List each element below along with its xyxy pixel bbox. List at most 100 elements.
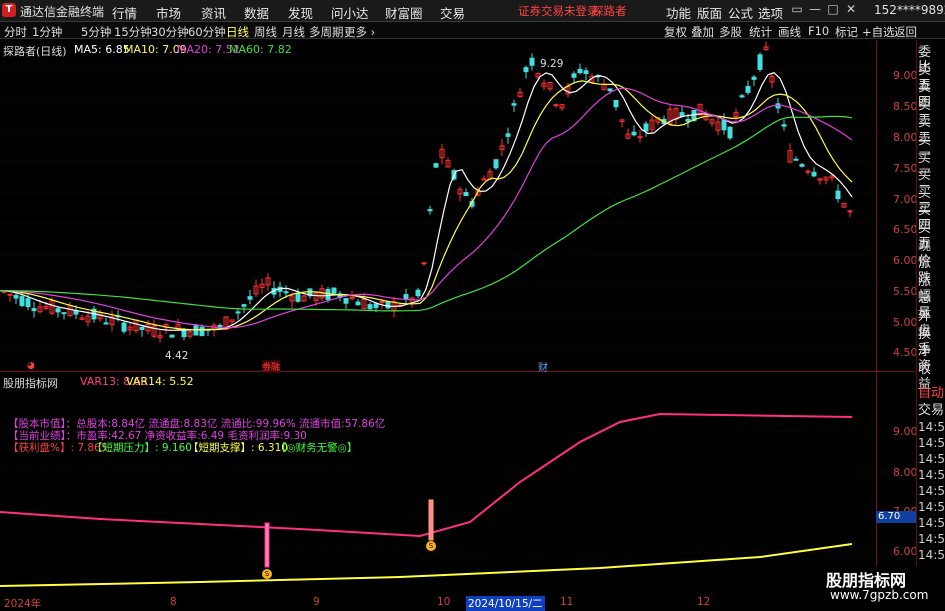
f10-button[interactable]: F10 [808,24,829,38]
candle-body [811,171,817,177]
menu-function[interactable]: 功能 [666,3,691,22]
x-tick: 11 [560,596,574,608]
y-tick: 4.50 [893,346,918,359]
menu-options[interactable]: 选项 [758,3,783,22]
menu-wealth[interactable]: 财富圈 [385,3,423,22]
draw-button[interactable]: 画线 [778,24,801,40]
candle-body [235,311,241,314]
candle-body [367,304,373,310]
menu-trade[interactable]: 交易 [440,3,465,22]
trade-label[interactable]: 交易 [918,403,944,418]
menu-layout[interactable]: 版面 [697,3,722,22]
tick-time: 14:56 [918,516,945,530]
candle-body [463,192,469,197]
candle-body [31,308,37,312]
candle-body [433,163,439,168]
candle-body [19,296,25,307]
screen-icon[interactable]: ▭ [790,2,804,18]
multi-stock-button[interactable]: 多股 [719,24,742,40]
app-title: 通达信金融终端 [20,5,105,19]
candle-body [739,95,745,98]
candle-body [355,301,361,306]
x-tick: 9 [313,596,320,608]
tick-time: 14:56 [918,484,945,498]
candle-body [61,312,67,315]
candle-body [103,322,109,325]
period-1min[interactable]: 1分钟 [32,24,62,40]
info-financial-warning: 【◎财务无警◎】 [276,442,358,454]
x-tick: 8 [170,596,177,608]
menu-quotes[interactable]: 行情 [112,3,137,22]
candle-body [751,76,757,80]
event-marker[interactable]: ◕ [27,361,35,371]
stats-button[interactable]: 统计 [749,24,772,40]
y-tick: 5.50 [893,285,918,298]
period-60min[interactable]: 60分钟 [188,24,226,40]
period-weekly[interactable]: 周线 [254,24,277,40]
indicator-chart[interactable] [0,372,877,596]
candle-body [607,88,613,92]
tick-time: 14:56 [918,436,945,450]
candle-body [217,324,223,328]
y-tick: 9.00 [893,69,918,82]
candle-body [727,126,733,139]
menu-data[interactable]: 数据 [244,3,269,22]
period-monthly[interactable]: 月线 [282,24,305,40]
candle-body [553,104,559,107]
period-15min[interactable]: 15分钟 [114,24,152,40]
y-tick: 8.50 [893,100,918,113]
candle-body [421,262,427,265]
candle-body [7,293,13,296]
period-more[interactable]: 更多 › [344,24,375,40]
candle-body [73,310,79,315]
menu-discover[interactable]: 发现 [288,3,313,22]
auto-label[interactable]: 自动 [918,386,944,401]
menu-market[interactable]: 市场 [156,3,181,22]
tick-time: 14:56 [918,532,945,546]
candle-body [331,287,337,294]
current-value-tag: 6.70 [876,511,916,523]
signal-icon[interactable]: S [426,541,436,551]
candle-body [181,329,187,338]
signal-icon[interactable]: S [262,569,272,579]
add-favorite-button[interactable]: +自选 [862,24,895,40]
watermark-url: www.7gpzb.com [830,588,929,602]
period-5min[interactable]: 5分钟 [81,24,111,40]
period-intraday[interactable]: 分时 [4,24,27,40]
period-multi[interactable]: 多周期 [309,24,344,40]
ma60-line [0,115,853,312]
menu-ask[interactable]: 问小达 [331,3,369,22]
adjust-button[interactable]: 复权 [664,24,687,40]
candle-body [241,304,247,307]
menu-formula[interactable]: 公式 [728,3,753,22]
candle-body [493,159,499,169]
mark-button[interactable]: 标记 [835,24,858,40]
candle-body [427,209,433,212]
indicator-title: 股朋指标网 [3,377,58,390]
menu-news[interactable]: 资讯 [201,3,226,22]
candle-body [805,170,811,173]
maximize-icon[interactable]: □ [826,2,840,18]
candle-body [415,289,421,297]
period-daily[interactable]: 日线 [226,24,249,40]
back-button[interactable]: 返回 [894,24,917,40]
low-price-label: 4.42 [165,350,189,362]
ma5-label: MA5: 6.85 [74,43,130,56]
close-icon[interactable]: ✕ [844,2,858,18]
overlay-button[interactable]: 叠加 [691,24,714,40]
candle-body [781,124,787,127]
user-account[interactable]: 152****9892 [874,3,945,17]
candle-body [523,67,529,73]
candlestick-chart[interactable] [0,40,915,370]
login-status[interactable]: 证券交易未登录 [518,3,599,19]
candle-body [13,294,19,299]
var14-line [0,543,853,587]
minimize-icon[interactable]: — [808,2,822,18]
y-tick: 6.50 [893,223,918,236]
info-resistance: 【短期压力】: 9.160 [92,442,192,454]
candle-body [721,119,727,131]
candle-body [745,86,751,93]
candle-body [199,326,205,337]
period-30min[interactable]: 30分钟 [151,24,189,40]
candle-body [583,70,589,75]
